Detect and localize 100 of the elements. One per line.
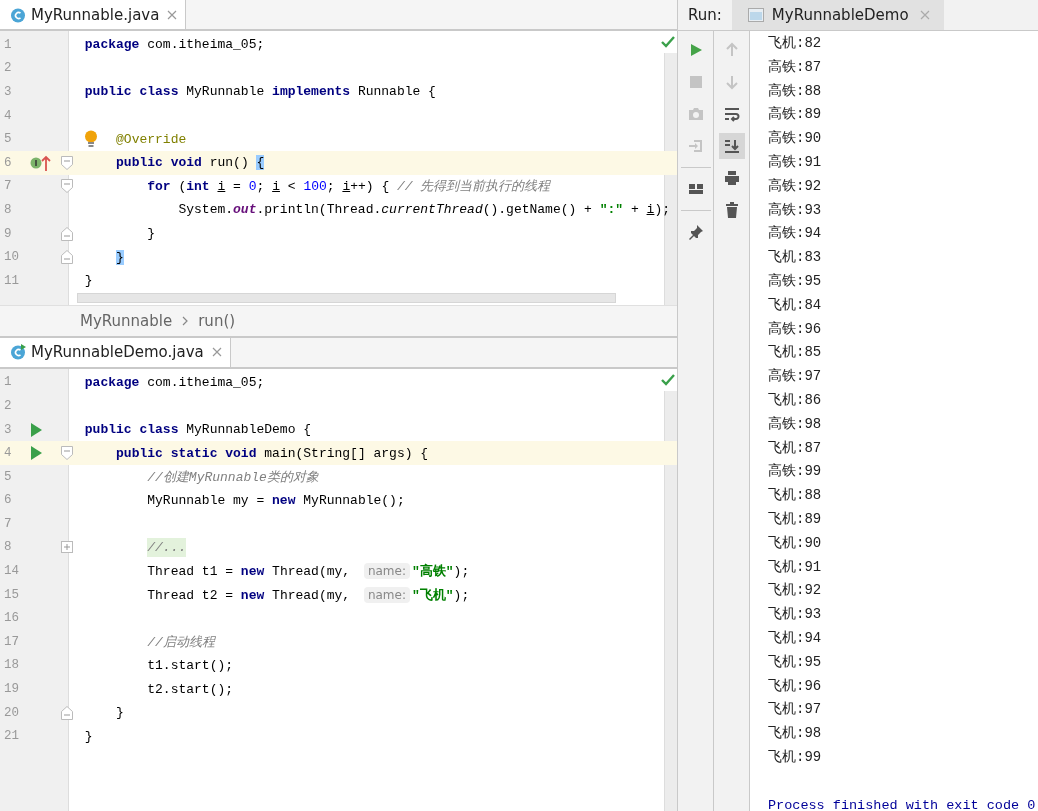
breadcrumb[interactable]: run() [198, 311, 236, 330]
code-text: com.itheima_05; [147, 374, 265, 390]
code-text: + [630, 202, 640, 218]
code-text: MyRunnable [186, 84, 266, 100]
line-number: 7 [3, 179, 13, 194]
fold-icon[interactable] [61, 155, 73, 170]
code-text: .println(Thread. [256, 202, 382, 218]
console-line: 高铁:89 [768, 105, 823, 125]
parameter-hint[interactable]: name: [363, 586, 410, 603]
keyword: public static void [116, 445, 257, 461]
console-line: 高铁:99 [768, 462, 823, 482]
code-text: Thread(my, [272, 587, 352, 603]
line-number: 8 [3, 202, 13, 217]
close-icon[interactable] [211, 347, 222, 358]
keyword: public void [116, 155, 202, 171]
scroll-to-end-icon[interactable] [718, 133, 745, 159]
keyword: public class [84, 84, 179, 100]
fold-icon[interactable] [61, 250, 73, 265]
console-line: 飞机:96 [768, 676, 823, 696]
code-text: Thread t2 = [147, 587, 235, 603]
line-number: 3 [3, 85, 13, 99]
code-text: MyRunnableDemo { [186, 422, 312, 437]
chevron-icon [182, 315, 189, 326]
expand-icon[interactable] [61, 541, 73, 554]
console-line: 飞机:82 [768, 34, 823, 53]
file-tab[interactable]: MyRunnable.java [0, 0, 187, 29]
lightbulb-icon[interactable] [84, 129, 98, 148]
line-number: 5 [3, 132, 13, 147]
fold-icon[interactable] [61, 705, 73, 720]
keyword: new [240, 587, 265, 603]
line-number: 7 [3, 516, 13, 531]
java-class-icon [10, 6, 26, 23]
keyword: new [240, 564, 265, 580]
string-literal: ":" [599, 202, 624, 218]
fold-icon[interactable] [61, 226, 73, 241]
fold-icon[interactable] [61, 179, 73, 194]
code-text: ); [453, 564, 470, 580]
console-line: 高铁:91 [768, 153, 823, 172]
code-text: System. [178, 202, 234, 218]
console-line: 飞机:89 [768, 509, 823, 529]
code-comment: // 先得到当前执行的线程 [397, 179, 551, 195]
variable: i [342, 179, 351, 195]
close-icon[interactable] [919, 10, 930, 20]
console-line: 飞机:99 [768, 747, 823, 767]
console-line: 飞机:94 [768, 628, 823, 648]
number-literal: 100 [303, 179, 327, 195]
console-line: 飞机:84 [768, 295, 823, 315]
console-line: 高铁:92 [768, 176, 823, 196]
code-text: main(String[] args) { [264, 445, 429, 461]
scrollbar[interactable] [664, 390, 677, 811]
console-line: 高铁:90 [768, 129, 823, 149]
code-text: } [84, 728, 93, 744]
breadcrumb[interactable]: MyRunnable [80, 311, 173, 330]
number-literal: 0 [248, 179, 257, 195]
code-text: Thread t1 = [147, 564, 235, 580]
variable: i [217, 179, 226, 195]
run-icon[interactable] [30, 446, 42, 461]
annotation: @Override [116, 131, 187, 147]
line-number: 1 [3, 375, 13, 390]
code-text: < [287, 179, 297, 195]
code-text: Thread(my, [272, 564, 352, 580]
check-icon [661, 373, 675, 386]
line-number: 3 [3, 422, 13, 437]
fold-icon[interactable] [61, 446, 73, 461]
code-text: t2.start(); [147, 681, 234, 697]
keyword: implements [272, 84, 351, 100]
close-icon[interactable] [167, 9, 178, 20]
implements-icon[interactable] [30, 153, 52, 172]
file-tab[interactable]: MyRunnableDemo.java [0, 337, 231, 367]
console-line: 飞机:86 [768, 390, 823, 410]
check-icon [661, 36, 675, 48]
line-number: 8 [3, 540, 13, 555]
variable: i [272, 179, 280, 195]
console-icon [747, 8, 764, 22]
console-line: 高铁:93 [768, 200, 823, 220]
console-line: 高铁:87 [768, 57, 823, 77]
console-line: 飞机:95 [768, 652, 823, 672]
run-icon[interactable] [30, 422, 42, 437]
code-text: ; [326, 179, 336, 195]
string-literal: "高铁" [412, 564, 454, 580]
static-method: currentThread [381, 202, 483, 218]
line-number: 19 [3, 682, 20, 697]
folded-code[interactable]: //... [147, 538, 187, 557]
parameter-hint[interactable]: name: [363, 563, 410, 580]
code-text: ; [256, 179, 266, 195]
console-line: 高铁:88 [768, 81, 823, 101]
keyword: package [84, 374, 140, 390]
keyword: public class [84, 422, 179, 437]
console-line: 高铁:94 [768, 224, 823, 244]
run-tab[interactable]: MyRunnableDemo [731, 0, 944, 30]
line-number: 11 [3, 273, 20, 288]
line-number: 5 [3, 469, 13, 484]
console-line: 飞机:85 [768, 343, 823, 363]
console-line: Process finished with exit code 0 [768, 796, 1037, 811]
scrollbar[interactable] [77, 292, 616, 303]
line-number: 17 [3, 634, 20, 649]
console-line: 高铁:97 [768, 367, 823, 387]
panel-title: Run: [687, 6, 723, 24]
console-line: 飞机:87 [768, 438, 823, 458]
line-number: 14 [3, 564, 20, 579]
